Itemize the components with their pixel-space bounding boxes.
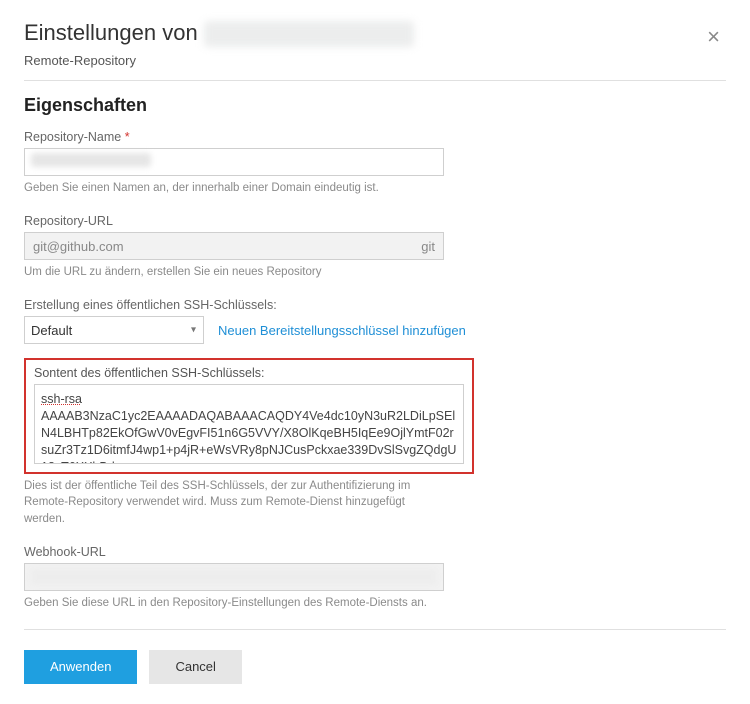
title-redacted (204, 21, 414, 47)
ssh-create-label: Erstellung eines öffentlichen SSH-Schlüs… (24, 298, 726, 312)
repo-url-left: git@github.com (33, 239, 124, 254)
required-marker: * (125, 130, 130, 144)
divider-bottom (24, 629, 726, 630)
repo-name-label: Repository-Name (24, 130, 121, 144)
ssh-create-select[interactable]: Default (24, 316, 204, 344)
repo-name-help: Geben Sie einen Namen an, der innerhalb … (24, 180, 444, 196)
webhook-label: Webhook-URL (24, 545, 726, 559)
cancel-button[interactable]: Cancel (149, 650, 241, 684)
repo-url-input: git@github.com git (24, 232, 444, 260)
divider (24, 80, 726, 81)
repo-name-redacted-value (31, 153, 151, 167)
webhook-help: Geben Sie diese URL in den Repository-Ei… (24, 595, 444, 611)
repo-url-help: Um die URL zu ändern, erstellen Sie ein … (24, 264, 444, 280)
ssh-content-textarea[interactable]: ssh-rsa AAAAB3NzaC1yc2EAAAADAQABAAACAQDY4… (34, 384, 464, 464)
close-icon[interactable]: × (701, 24, 726, 50)
ssh-prefix: ssh-rsa (41, 392, 82, 406)
page-title: Einstellungen von (24, 20, 414, 47)
add-deploy-key-link[interactable]: Neuen Bereitstellungsschlüssel hinzufüge… (218, 323, 466, 338)
apply-button[interactable]: Anwenden (24, 650, 137, 684)
section-heading: Eigenschaften (24, 95, 726, 116)
subtitle: Remote-Repository (24, 53, 726, 68)
repo-name-input[interactable] (24, 148, 444, 176)
ssh-content-help: Dies ist der öffentliche Teil des SSH-Sc… (24, 478, 444, 526)
title-prefix: Einstellungen von (24, 20, 198, 45)
ssh-body: AAAAB3NzaC1yc2EAAAADAQABAAACAQDY4Ve4dc10… (41, 409, 456, 464)
webhook-input[interactable] (24, 563, 444, 591)
webhook-redacted-value (31, 569, 437, 585)
repo-url-label: Repository-URL (24, 214, 726, 228)
ssh-content-label: Sontent des öffentlichen SSH-Schlüssels: (34, 366, 464, 380)
repo-url-right: git (421, 239, 435, 254)
ssh-content-highlight: Sontent des öffentlichen SSH-Schlüssels:… (24, 358, 474, 474)
